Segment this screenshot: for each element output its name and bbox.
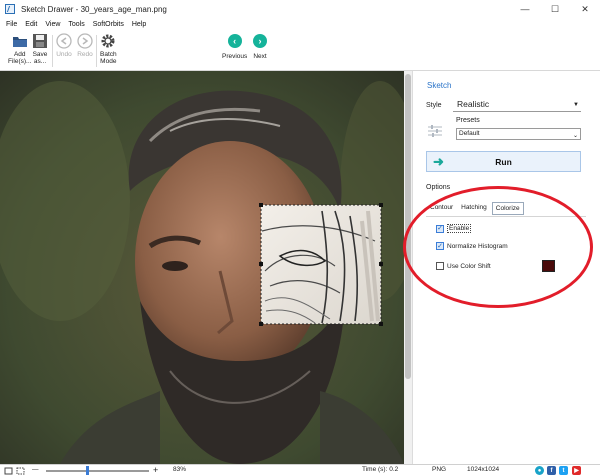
run-label: Run (495, 156, 512, 167)
zoom-out-button[interactable]: — (32, 466, 39, 473)
normalize-histogram-label: Normalize Histogram (447, 242, 508, 250)
undo-icon (56, 33, 72, 49)
enable-label: Enable (447, 224, 472, 233)
format-value: PNG (432, 466, 447, 473)
save-as-button[interactable]: Save as... (32, 33, 48, 65)
scrollbar-thumb[interactable] (405, 74, 411, 379)
zoom-slider[interactable] (46, 466, 149, 475)
normalize-histogram-checkbox[interactable]: ✓ (436, 242, 444, 250)
color-shift-checkbox-row[interactable]: Use Color Shift (436, 262, 491, 270)
style-label: Style (426, 102, 442, 109)
fit-screen-icon[interactable] (4, 467, 13, 475)
tab-hatching[interactable]: Hatching (458, 202, 490, 215)
tab-contour[interactable]: Contour (427, 202, 456, 215)
menu-edit[interactable]: Edit (25, 21, 37, 28)
previous-label: Previous (222, 53, 248, 60)
style-value: Realistic (457, 99, 490, 109)
menu-view[interactable]: View (45, 21, 60, 28)
toolbar-separator (96, 35, 97, 67)
enable-checkbox-row[interactable]: ✓ Enable (436, 224, 472, 233)
time-value: Time (s): 0.2 (362, 466, 399, 473)
use-color-shift-checkbox[interactable] (436, 262, 444, 270)
caret-down-icon: ▼ (573, 102, 579, 108)
menu-softorbits[interactable]: SoftOrbits (93, 21, 124, 28)
window-title: Sketch Drawer - 30_years_age_man.png (21, 4, 167, 14)
redo-icon (77, 33, 93, 49)
redo-label: Redo (77, 51, 93, 58)
presets-select[interactable]: Default ⌄ (456, 128, 581, 140)
sliders-icon (428, 125, 442, 137)
image-canvas[interactable] (0, 71, 404, 464)
app-icon (5, 4, 15, 14)
menu-bar: File Edit View Tools SoftOrbits Help (0, 18, 600, 31)
window-controls: — ☐ ✕ (510, 0, 600, 18)
softorbits-icon[interactable]: ● (535, 466, 544, 475)
panel-title: Sketch (427, 81, 452, 90)
facebook-icon[interactable]: f (547, 466, 556, 475)
menu-tools[interactable]: Tools (68, 21, 84, 28)
status-bar: — + 83% Time (s): 0.2 PNG 1024x1024 ● f … (0, 464, 600, 476)
vertical-scrollbar[interactable] (404, 71, 412, 464)
minimize-button[interactable]: — (510, 0, 540, 18)
youtube-icon[interactable]: ▶ (572, 466, 581, 475)
redo-button[interactable]: Redo (77, 33, 93, 58)
next-button[interactable]: › Next (253, 34, 267, 60)
chevron-down-icon: ⌄ (572, 133, 578, 139)
save-icon (33, 34, 47, 48)
undo-button[interactable]: Undo (56, 33, 72, 58)
folder-icon (12, 37, 27, 47)
close-button[interactable]: ✕ (570, 0, 600, 18)
tab-colorize[interactable]: Colorize (491, 202, 524, 215)
arrow-left-icon: ‹ (227, 34, 242, 48)
menu-help[interactable]: Help (132, 21, 146, 28)
menu-file[interactable]: File (6, 21, 17, 28)
save-as-label: Save as... (32, 51, 48, 65)
color-shift-swatch[interactable] (542, 260, 555, 272)
add-files-button[interactable]: Add File(s)... (8, 33, 31, 65)
use-color-shift-label: Use Color Shift (447, 262, 491, 270)
zoom-in-button[interactable]: + (153, 465, 158, 475)
toolbar: Add File(s)... Save as... Undo Redo Batc… (0, 31, 600, 71)
options-label: Options (426, 184, 451, 191)
sketch-panel: Sketch Style Realistic ▼ Presets Default… (412, 71, 600, 464)
twitter-icon[interactable]: t (559, 466, 568, 475)
portrait-photo (0, 71, 404, 464)
maximize-button[interactable]: ☐ (540, 0, 570, 18)
tab-divider (426, 216, 586, 217)
normalize-checkbox-row[interactable]: ✓ Normalize Histogram (436, 242, 508, 250)
gear-icon (101, 34, 115, 48)
batch-mode-button[interactable]: Batch Mode (100, 33, 117, 65)
actual-size-icon[interactable] (16, 467, 25, 475)
next-label: Next (253, 53, 267, 60)
dimensions-value: 1024x1024 (467, 466, 500, 473)
add-files-label: Add File(s)... (8, 51, 32, 65)
zoom-value: 83% (173, 466, 187, 473)
undo-label: Undo (56, 51, 72, 58)
title-bar: Sketch Drawer - 30_years_age_man.png — ☐… (0, 0, 600, 18)
enable-checkbox[interactable]: ✓ (436, 224, 444, 233)
zoom-slider-thumb[interactable] (86, 466, 89, 475)
batch-mode-label: Batch Mode (100, 51, 117, 65)
presets-label: Presets (456, 117, 480, 124)
style-select[interactable]: Realistic ▼ (453, 99, 581, 112)
options-tabs: Contour Hatching Colorize (427, 202, 526, 215)
toolbar-separator (52, 35, 53, 67)
arrow-right-icon: ➜ (433, 154, 444, 169)
arrow-right-icon: › (253, 34, 267, 48)
previous-button[interactable]: ‹ Previous (222, 34, 247, 60)
presets-value: Default (459, 130, 480, 137)
run-button[interactable]: ➜ Run (426, 151, 581, 172)
